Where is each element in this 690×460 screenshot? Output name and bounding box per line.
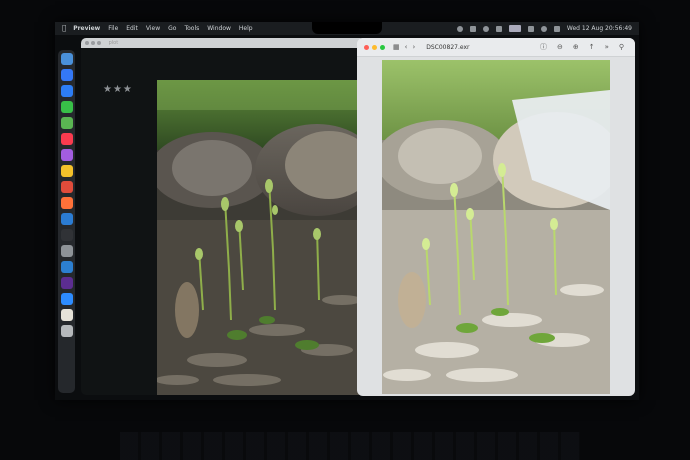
minimize-icon[interactable] xyxy=(372,44,377,50)
menu-go[interactable]: Go xyxy=(168,22,176,35)
menu-app-name[interactable]: Preview xyxy=(73,22,100,35)
camera-notch xyxy=(312,22,382,34)
zoom-icon[interactable] xyxy=(380,44,385,50)
preview-window-right: ▦ ‹ › DSC00827.exr ⓘ ⊖ ⊕ ↑ » ⚲ xyxy=(357,38,635,396)
settings-icon[interactable] xyxy=(60,245,73,257)
preview-window-left: plot ★★★ xyxy=(81,38,365,395)
window-toolbar: ▦ ‹ › DSC00827.exr ⓘ ⊖ ⊕ ↑ » ⚲ xyxy=(357,38,635,57)
record-icon[interactable] xyxy=(456,25,463,32)
menu-help[interactable]: Help xyxy=(239,22,253,35)
firefox-icon[interactable] xyxy=(60,197,73,209)
dock xyxy=(58,50,75,393)
window-title: DSC00827.exr xyxy=(426,43,470,51)
toolbar-actions: ⓘ ⊖ ⊕ ↑ » ⚲ xyxy=(540,38,629,56)
safari-icon[interactable] xyxy=(60,69,73,81)
menu-view[interactable]: View xyxy=(146,22,160,35)
photo-image-left xyxy=(157,80,365,395)
traffic-lights xyxy=(85,40,101,45)
edge-icon[interactable] xyxy=(60,213,73,225)
wifi-icon[interactable] xyxy=(469,25,476,32)
messages-icon[interactable] xyxy=(60,101,73,113)
zoom-icon[interactable] xyxy=(97,40,101,45)
menu-window[interactable]: Window xyxy=(207,22,231,35)
back-icon[interactable]: ‹ xyxy=(405,43,408,51)
trash-icon[interactable] xyxy=(60,325,73,337)
zoom-in-icon[interactable]: ⊕ xyxy=(573,43,579,51)
search-icon[interactable]: ⚲ xyxy=(619,43,624,51)
focus-icon[interactable] xyxy=(482,25,489,32)
lock-icon[interactable] xyxy=(495,25,502,32)
apple-icon[interactable]:  xyxy=(62,22,66,35)
finder-icon[interactable] xyxy=(60,53,73,65)
search-icon[interactable] xyxy=(540,25,547,32)
sidebar-icon[interactable]: ▦ xyxy=(393,43,400,51)
close-icon[interactable] xyxy=(364,44,369,50)
mail-icon[interactable] xyxy=(60,85,73,97)
keyboard-icon[interactable] xyxy=(527,25,534,32)
photos-icon[interactable] xyxy=(60,309,73,321)
forward-icon[interactable]: › xyxy=(412,43,415,51)
battery-icon[interactable] xyxy=(508,25,521,32)
close-icon[interactable] xyxy=(85,40,89,45)
menu-file[interactable]: File xyxy=(108,22,118,35)
slack-icon[interactable] xyxy=(60,277,73,289)
keyboard-backlight xyxy=(120,432,580,460)
vscode-icon[interactable] xyxy=(60,261,73,273)
minimize-icon[interactable] xyxy=(91,40,95,45)
star-rating[interactable]: ★★★ xyxy=(103,84,133,95)
status-area: Wed 12 Aug 20:56:49 xyxy=(456,22,632,35)
info-icon[interactable]: ⓘ xyxy=(540,42,547,52)
terminal-icon[interactable] xyxy=(60,229,73,241)
share-icon[interactable]: ↑ xyxy=(589,43,595,51)
maps-icon[interactable] xyxy=(60,117,73,129)
menu-tools[interactable]: Tools xyxy=(184,22,199,35)
menu-edit[interactable]: Edit xyxy=(126,22,138,35)
more-icon[interactable]: » xyxy=(605,43,609,51)
zoom-out-icon[interactable]: ⊖ xyxy=(557,43,563,51)
music-icon[interactable] xyxy=(60,133,73,145)
podcasts-icon[interactable] xyxy=(60,149,73,161)
laptop-screen:  Preview File Edit View Go Tools Window… xyxy=(55,22,639,400)
control-center-icon[interactable] xyxy=(553,25,560,32)
menu-clock[interactable]: Wed 12 Aug 20:56:49 xyxy=(567,22,632,35)
traffic-lights xyxy=(364,44,385,50)
chrome-icon[interactable] xyxy=(60,181,73,193)
window-titlebar[interactable]: plot xyxy=(81,38,365,48)
notes-icon[interactable] xyxy=(60,165,73,177)
window-filename: plot xyxy=(108,40,119,46)
photo-image-right xyxy=(382,60,610,394)
zoom-icon[interactable] xyxy=(60,293,73,305)
